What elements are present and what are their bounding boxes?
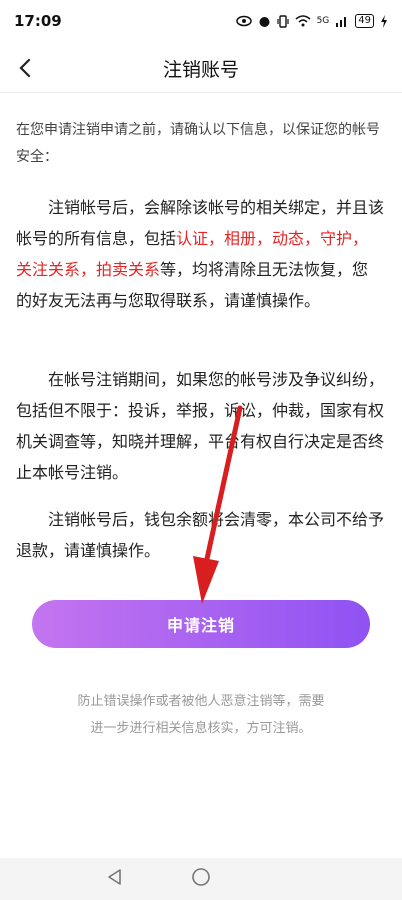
verification-note: 防止错误操作或者被他人恶意注销等，需要 进一步进行相关信息核实，方可注销。: [30, 688, 372, 742]
notice-paragraph-3: 注销帐号后，钱包余额将会清零，本公司不给予退款，请谨慎操作。: [16, 510, 385, 560]
page-title: 注销账号: [162, 58, 239, 81]
wifi-icon: [295, 15, 311, 27]
note-line-1: 防止错误操作或者被他人恶意注销等，需要: [77, 694, 325, 709]
apply-cancellation-button[interactable]: 申请注销: [32, 600, 370, 648]
network-label: 5G: [316, 16, 330, 26]
charging-icon: [381, 14, 387, 28]
status-bar: 17:09 5G 49: [0, 0, 402, 42]
nav-back-icon[interactable]: [104, 866, 126, 888]
chevron-left-icon: [19, 58, 31, 78]
vibrate-icon: [276, 14, 289, 28]
notice-paragraph-2: 在帐号注销期间，如果您的帐号涉及争议纠纷，包括但不限于：投诉，举报，诉讼，仲裁，…: [16, 370, 385, 482]
eye-icon: [235, 15, 252, 27]
notice-paragraph-1: 注销帐号后，会解除该帐号的相关绑定，并且该帐号的所有信息，包括认证，相册，动态，…: [16, 192, 384, 316]
status-time: 17:09: [14, 12, 62, 30]
nav-bar: 注销账号: [0, 44, 402, 92]
note-line-2: 进一步进行相关信息核实，方可注销。: [90, 721, 312, 736]
nav-home-icon[interactable]: [190, 866, 212, 888]
header-divider: [0, 92, 402, 93]
system-nav-bar: [0, 858, 402, 900]
status-icons: 5G 49: [235, 14, 388, 28]
signal-icon: [336, 17, 347, 27]
back-button[interactable]: [14, 54, 38, 82]
alarm-icon: [259, 16, 270, 27]
intro-text: 在您申请注销申请之前，请确认以下信息，以保证您的帐号安全：: [16, 122, 380, 165]
battery-icon: 49: [355, 14, 374, 28]
